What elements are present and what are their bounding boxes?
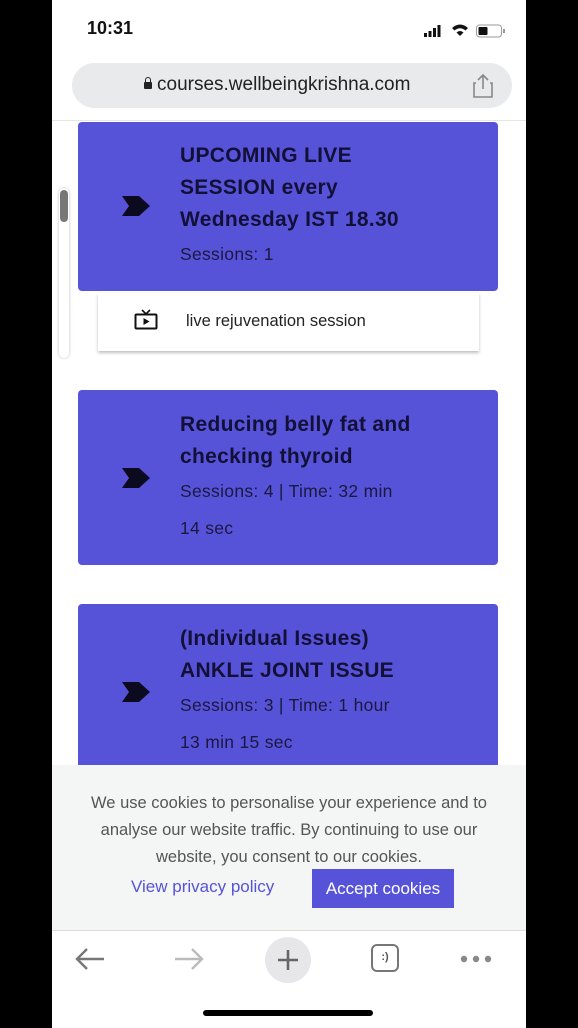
forward-arrow-icon[interactable]	[173, 947, 205, 971]
browser-toolbar: :)	[52, 930, 526, 1028]
url-text: courses.wellbeingkrishna.com	[157, 74, 411, 95]
lesson-item[interactable]: live rejuvenation session	[98, 293, 479, 351]
section-title: UPCOMING LIVE SESSION every Wednesday IST …	[180, 144, 399, 231]
section-card[interactable]: UPCOMING LIVE SESSION every Wednesday IST …	[78, 122, 498, 291]
chevron-right-icon	[122, 682, 150, 702]
wifi-icon	[452, 24, 468, 36]
status-time: 10:31	[87, 18, 134, 38]
new-tab-button[interactable]	[265, 937, 311, 983]
section-meta: Sessions: 3 | Time: 1 hour 13 min 15 sec	[180, 695, 390, 752]
section-meta: Sessions: 4 | Time: 32 min 14 sec	[180, 481, 393, 538]
plus-icon	[278, 950, 298, 970]
status-icons	[424, 24, 505, 38]
back-arrow-icon[interactable]	[74, 947, 106, 971]
status-bar: 10:31	[52, 0, 526, 58]
section-title: Reducing belly fat and checking thyroid	[180, 413, 411, 468]
accept-cookies-button[interactable]: Accept cookies	[312, 869, 454, 908]
home-indicator	[203, 1010, 373, 1016]
section-meta: Sessions: 1	[180, 244, 274, 264]
section-card[interactable]: (Individual Issues) ANKLE JOINT ISSUE Ses…	[78, 604, 498, 774]
chevron-right-icon	[122, 468, 150, 488]
lock-icon	[144, 77, 152, 89]
battery-icon	[476, 24, 505, 38]
chevron-right-icon	[122, 196, 150, 216]
phone-screen: 10:31 courses.wellbeingkrishna.com UPCOM…	[52, 0, 526, 1028]
tv-play-icon	[134, 309, 158, 330]
cookie-banner: We use cookies to personalise your exper…	[52, 765, 526, 930]
lesson-title: live rejuvenation session	[186, 312, 366, 330]
tabs-button[interactable]: :)	[371, 944, 399, 972]
scrollbar[interactable]	[59, 188, 69, 358]
signal-icon	[424, 25, 441, 37]
section-title: (Individual Issues) ANKLE JOINT ISSUE	[180, 627, 394, 682]
section-card[interactable]: Reducing belly fat and checking thyroid S…	[78, 390, 498, 565]
more-icon[interactable]	[460, 955, 492, 963]
cookie-text: We use cookies to personalise your exper…	[91, 794, 487, 866]
scrollbar-thumb[interactable]	[60, 190, 68, 222]
privacy-policy-link[interactable]: View privacy policy	[131, 877, 274, 897]
divider	[52, 120, 526, 121]
address-bar[interactable]: courses.wellbeingkrishna.com	[72, 63, 512, 108]
share-icon[interactable]	[472, 73, 494, 99]
